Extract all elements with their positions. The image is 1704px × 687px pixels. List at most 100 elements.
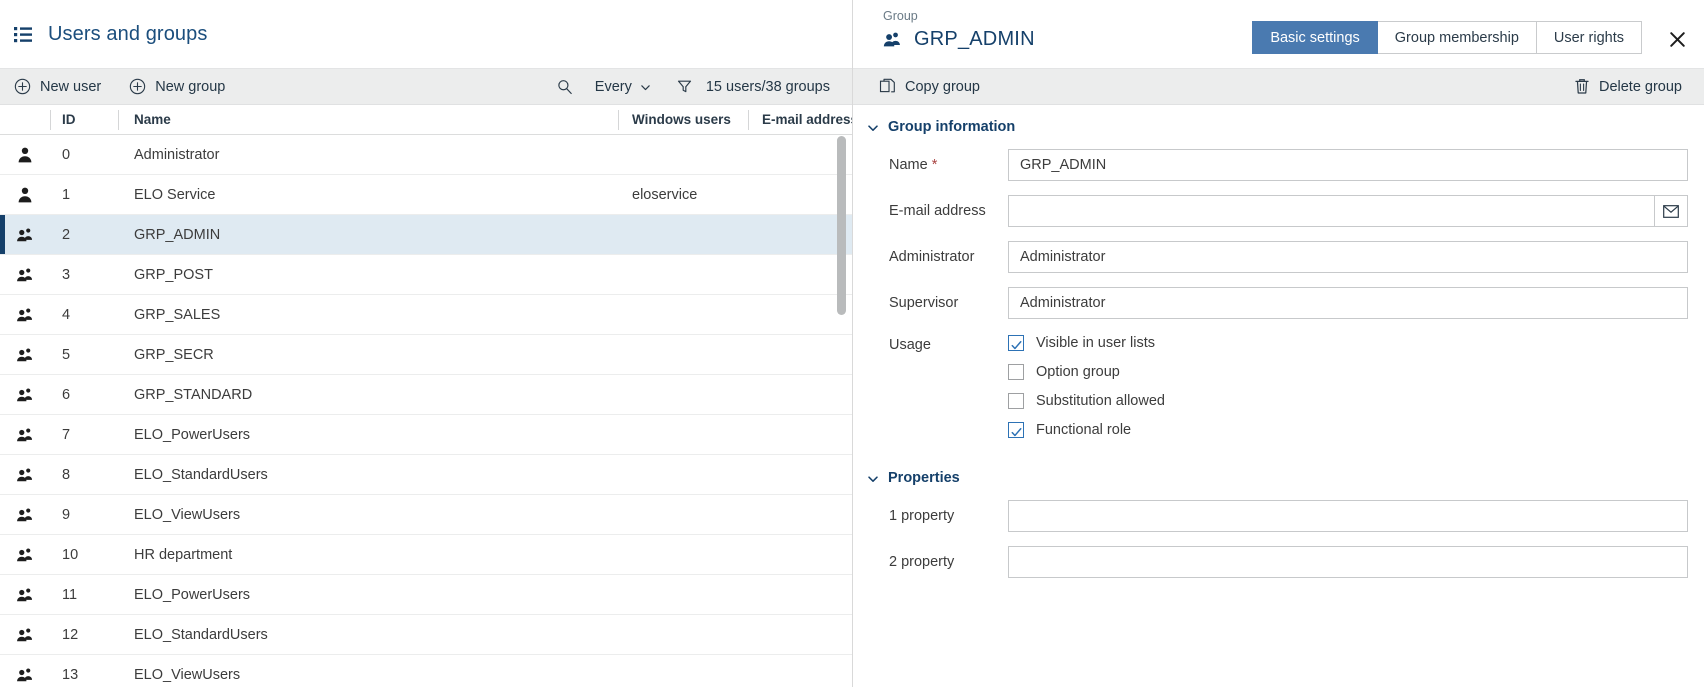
- group-information-fields: Name * GRP_ADMIN E-mail address Administrat…: [853, 149, 1704, 319]
- table-row[interactable]: 5 GRP_SECR: [0, 335, 852, 375]
- checkbox-substitution-allowed[interactable]: Substitution allowed: [1008, 393, 1165, 409]
- row-windows-cell: [618, 615, 748, 655]
- row-type-icon-cell: [0, 495, 50, 535]
- new-group-button[interactable]: New group: [115, 68, 239, 105]
- usage-row: Usage Visible in user lists Option group S…: [853, 333, 1704, 438]
- checkbox-box[interactable]: [1008, 422, 1024, 438]
- table-row[interactable]: 1 ELO Service eloservice: [0, 175, 852, 215]
- copy-group-button[interactable]: Copy group: [865, 68, 994, 105]
- row-name-cell: ELO_PowerUsers: [134, 586, 251, 603]
- group-detail-form: Group information Name * GRP_ADMIN E-mail …: [853, 105, 1704, 687]
- row-windows-cell: [618, 295, 748, 335]
- form-row: Name * GRP_ADMIN: [853, 149, 1704, 181]
- tab-basic-settings[interactable]: Basic settings: [1252, 21, 1378, 54]
- row-windows-cell: [618, 495, 748, 535]
- table-row[interactable]: 12 ELO_StandardUsers: [0, 615, 852, 655]
- row-email-cell: [748, 575, 852, 615]
- funnel-icon: [677, 79, 692, 94]
- chevron-down-icon: [640, 81, 651, 92]
- delete-group-button[interactable]: Delete group: [1560, 68, 1704, 105]
- list-toolbar: New user New group Every 15 users/38 gro…: [0, 68, 852, 105]
- checkbox-box[interactable]: [1008, 335, 1024, 351]
- checkbox-label: Visible in user lists: [1036, 335, 1156, 351]
- table-row[interactable]: 11 ELO_PowerUsers: [0, 575, 852, 615]
- form-row: E-mail address: [853, 195, 1704, 227]
- field-input-name[interactable]: GRP_ADMIN: [1008, 149, 1688, 181]
- row-windows-cell: eloservice: [632, 186, 698, 203]
- group-icon: [16, 346, 34, 364]
- mail-icon: [1663, 204, 1679, 218]
- send-email-button[interactable]: [1655, 195, 1688, 227]
- checkbox-functional-role[interactable]: Functional role: [1008, 422, 1165, 438]
- row-windows-cell: [618, 455, 748, 495]
- properties-section: Properties 1 property 2 property: [853, 470, 1704, 578]
- field-label-text: 2 property: [889, 554, 955, 570]
- column-header-email-address[interactable]: E-mail address: [748, 105, 852, 135]
- user-icon: [16, 146, 34, 164]
- copy-icon: [879, 78, 896, 95]
- column-header-name[interactable]: Name: [118, 105, 618, 135]
- field-input-administrator[interactable]: Administrator: [1008, 241, 1688, 273]
- field-input-e-mail-address[interactable]: [1008, 195, 1655, 227]
- table-row[interactable]: 4 GRP_SALES: [0, 295, 852, 335]
- plus-circle-icon: [129, 78, 146, 95]
- row-id-cell: 7: [62, 426, 71, 443]
- table-row[interactable]: 10 HR department: [0, 535, 852, 575]
- row-name-cell: GRP_SECR: [134, 346, 214, 363]
- group-icon: [16, 586, 34, 604]
- group-detail-panel: Group GRP_ADMIN Basic settings Group memb…: [853, 0, 1704, 687]
- field-label-text: 1 property: [889, 508, 955, 524]
- new-user-label: New user: [40, 78, 102, 95]
- tab-group-membership[interactable]: Group membership: [1377, 21, 1537, 54]
- new-user-button[interactable]: New user: [0, 68, 115, 105]
- filter-button[interactable]: [663, 68, 706, 105]
- tab-user-rights[interactable]: User rights: [1536, 21, 1642, 54]
- field-input-property-1[interactable]: [1008, 500, 1688, 532]
- row-id-cell: 6: [62, 386, 71, 403]
- trash-icon: [1574, 78, 1590, 95]
- row-name-cell: ELO_ViewUsers: [134, 506, 241, 523]
- filter-scope-value: Every: [594, 78, 632, 95]
- table-row[interactable]: 8 ELO_StandardUsers: [0, 455, 852, 495]
- checkbox-box[interactable]: [1008, 364, 1024, 380]
- column-header-type[interactable]: [0, 105, 50, 135]
- row-type-icon-cell: [0, 135, 50, 175]
- search-button[interactable]: [547, 68, 583, 105]
- checkbox-visible-in-user-lists[interactable]: Visible in user lists: [1008, 335, 1165, 351]
- table-row[interactable]: 6 GRP_STANDARD: [0, 375, 852, 415]
- row-name-cell: ELO_StandardUsers: [134, 626, 268, 643]
- row-windows-cell: [618, 575, 748, 615]
- field-input-supervisor[interactable]: Administrator: [1008, 287, 1688, 319]
- list-scrollbar-thumb[interactable]: [837, 136, 846, 315]
- properties-fields: 1 property 2 property: [853, 500, 1704, 578]
- user-icon: [16, 186, 34, 204]
- row-name-cell: HR department: [134, 546, 233, 563]
- table-row[interactable]: 2 GRP_ADMIN: [0, 215, 852, 255]
- group-icon: [16, 386, 34, 404]
- form-row: Administrator Administrator: [853, 241, 1704, 273]
- column-header-id[interactable]: ID: [50, 105, 118, 135]
- close-panel-button[interactable]: [1664, 26, 1690, 52]
- table-row[interactable]: 0 Administrator: [0, 135, 852, 175]
- table-row[interactable]: 9 ELO_ViewUsers: [0, 495, 852, 535]
- row-email-cell: [748, 415, 852, 455]
- table-header-row: ID Name Windows users E-mail address: [0, 105, 852, 135]
- table-row[interactable]: 3 GRP_POST: [0, 255, 852, 295]
- row-windows-cell: [618, 255, 748, 295]
- section-properties-header[interactable]: Properties: [853, 470, 1704, 486]
- checkbox-box[interactable]: [1008, 393, 1024, 409]
- field-input-property-2[interactable]: [1008, 546, 1688, 578]
- group-icon: [16, 666, 34, 684]
- checkbox-option-group[interactable]: Option group: [1008, 364, 1165, 380]
- filter-scope-dropdown[interactable]: Every: [583, 68, 663, 105]
- section-group-information-header[interactable]: Group information: [853, 119, 1704, 135]
- plus-circle-icon: [14, 78, 31, 95]
- table-row[interactable]: 7 ELO_PowerUsers: [0, 415, 852, 455]
- row-id-cell: 4: [62, 306, 71, 323]
- group-icon: [16, 266, 34, 284]
- column-header-windows-users[interactable]: Windows users: [618, 105, 748, 135]
- list-scrollbar-track[interactable]: [837, 136, 849, 687]
- table-row[interactable]: 13 ELO_ViewUsers: [0, 655, 852, 687]
- field-label: Name *: [853, 157, 1008, 173]
- row-email-cell: [748, 335, 852, 375]
